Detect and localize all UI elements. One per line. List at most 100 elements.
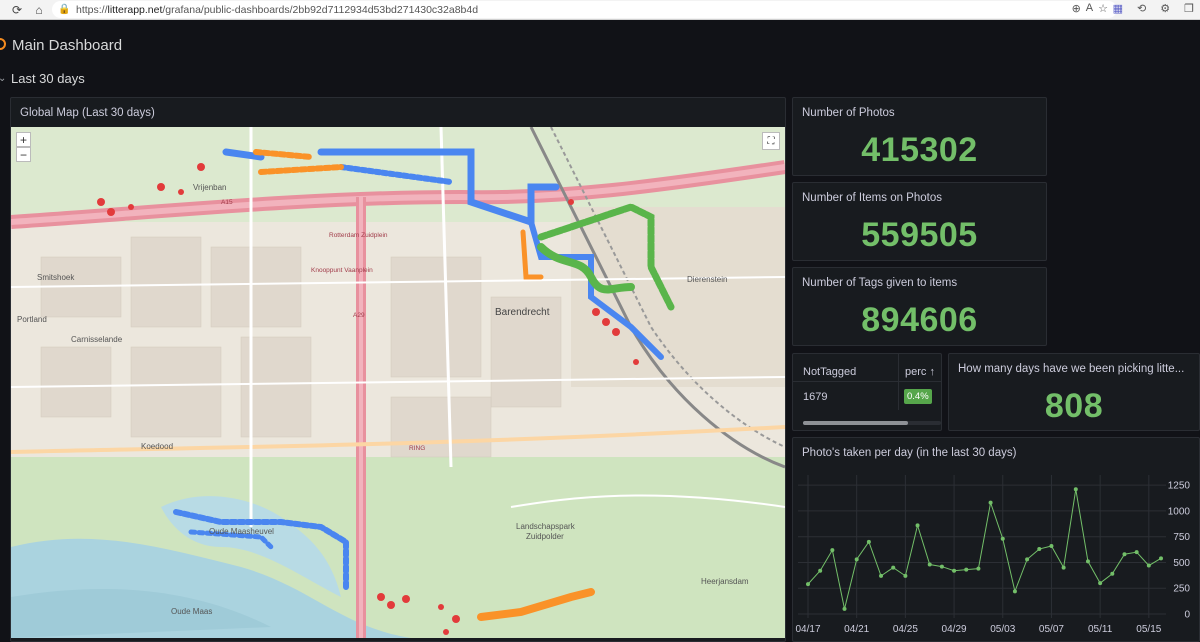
data-point (854, 557, 859, 562)
column-header-nottagged[interactable]: NotTagged (803, 366, 856, 378)
x-tick-label: 05/07 (1039, 624, 1064, 635)
data-point (866, 539, 871, 544)
data-point (1159, 556, 1163, 561)
chevron-down-icon[interactable]: ⌄ (0, 73, 6, 84)
x-tick-label: 04/25 (893, 624, 918, 635)
data-point (915, 523, 920, 528)
map-label-oude-maas: Oude Maas (171, 607, 213, 616)
url-prefix: https:// (76, 3, 108, 16)
y-tick-label: 1000 (1168, 506, 1191, 517)
panel-title: Global Map (Last 30 days) (20, 107, 155, 119)
days-panel: How many days have we been picking litte… (948, 353, 1200, 431)
stat-panel-tags: Number of Tags given to items 894606 (792, 267, 1047, 346)
x-tick-label: 05/03 (990, 624, 1015, 635)
data-point (1073, 487, 1078, 492)
y-tick-label: 0 (1184, 610, 1190, 621)
data-point (952, 568, 957, 573)
photos-per-day-panel: Photo's taken per day (in the last 30 da… (792, 437, 1200, 642)
stat-value: 415302 (861, 131, 978, 169)
data-point (939, 564, 944, 569)
map-label-koedood: Koedood (141, 442, 174, 451)
data-point (806, 582, 810, 587)
x-tick-label: 04/21 (844, 624, 869, 635)
zoom-out-button[interactable]: − (16, 147, 31, 162)
data-point (1025, 557, 1030, 562)
zoom-icon[interactable]: ⊕ (1072, 2, 1081, 15)
panel-title: Photo's taken per day (in the last 30 da… (802, 447, 1017, 459)
reload-icon[interactable]: ⟳ (6, 1, 28, 19)
refresh-icon[interactable]: ⟲ (1137, 2, 1146, 15)
collections-icon[interactable]: ❐ (1184, 2, 1194, 15)
map-label-heerjansdam: Heerjansdam (701, 577, 749, 586)
dashboard-header: Main Dashboard (0, 20, 1200, 70)
zoom-in-button[interactable]: + (16, 132, 31, 147)
url-path: /grafana/public-dashboards/2bb92d7112934… (162, 3, 479, 16)
data-point (1049, 543, 1054, 548)
map-panel: Global Map (Last 30 days) + − ⛶ Barendre… (10, 97, 786, 642)
y-tick-label: 750 (1173, 532, 1190, 543)
extension-icon[interactable]: ▦ (1113, 2, 1123, 15)
series-line (807, 489, 1162, 609)
row-title[interactable]: Last 30 days (11, 71, 85, 86)
map-label-a29: A29 (353, 312, 365, 319)
line-chart: 0 250 500 750 1000 1250 04/17 04/21 04/25 04/29 05… (795, 475, 1191, 635)
perc-badge: 0.4% (904, 389, 932, 404)
stat-value: 559505 (861, 216, 978, 254)
grafana-logo-icon (0, 38, 6, 50)
address-bar[interactable]: 🔒 https://litterapp.net/grafana/public-d… (52, 1, 1117, 18)
not-tagged-table-panel: NotTagged perc ↑ 1679 0.4% (792, 353, 942, 431)
map-label-vrijenban: Vrijenban (193, 183, 227, 192)
x-tick-label: 05/11 (1088, 624, 1113, 635)
x-tick-label: 05/15 (1136, 624, 1161, 635)
read-aloud-icon[interactable]: A (1086, 2, 1093, 15)
stat-panel-items: Number of Items on Photos 559505 (792, 182, 1047, 261)
map-canvas[interactable]: + − ⛶ Barendrecht Smitshoek Portland Car… (11, 127, 785, 638)
lock-icon: 🔒 (58, 3, 71, 15)
y-tick-label: 250 (1173, 584, 1190, 595)
data-point (842, 606, 847, 611)
stat-panel-photos: Number of Photos 415302 (792, 97, 1047, 176)
url-host: litterapp.net (107, 3, 163, 16)
data-point (879, 573, 884, 578)
x-tick-label: 04/17 (795, 624, 820, 635)
data-point (1061, 565, 1066, 570)
map-label-rotterdam-zuidplein: Rotterdam Zuidplein (329, 232, 388, 239)
data-point (1134, 550, 1139, 555)
map-label-zuidpolder: Zuidpolder (526, 532, 564, 541)
favorite-star-icon[interactable]: ☆ (1098, 2, 1108, 15)
data-point (927, 562, 932, 567)
map-label-ring: RING (409, 445, 426, 452)
data-point (1098, 581, 1103, 586)
map-label-carnisselande: Carnisselande (71, 335, 123, 344)
stat-value: 808 (1044, 387, 1104, 425)
y-tick-label: 500 (1173, 558, 1190, 569)
home-icon[interactable]: ⌂ (28, 1, 50, 19)
data-point (1122, 552, 1127, 557)
fullscreen-icon[interactable]: ⛶ (762, 132, 780, 150)
map-label-barendrecht: Barendrecht (495, 307, 550, 318)
map-label-landschapspark: Landschapspark (516, 522, 575, 531)
x-tick-label: 04/29 (942, 624, 967, 635)
scrollbar-thumb[interactable] (803, 421, 908, 425)
table-cell-nottagged: 1679 (803, 391, 828, 403)
data-point (1037, 547, 1042, 552)
column-header-perc[interactable]: perc ↑ (905, 366, 935, 378)
y-tick-label: 1250 (1168, 481, 1191, 492)
map-label-smitshoek: Smitshoek (37, 273, 75, 282)
data-point (976, 566, 981, 571)
data-point (1110, 571, 1115, 576)
map-label-knooppunt: Knooppunt Vaanplein (311, 267, 373, 274)
horizontal-scrollbar[interactable] (803, 421, 941, 425)
data-point (903, 573, 908, 578)
data-point (891, 565, 896, 570)
map-label-oude-maasheuvel: Oude Maasheuvel (209, 527, 274, 536)
data-point (964, 567, 969, 572)
panel-title: Number of Tags given to items (802, 277, 958, 289)
data-point (988, 500, 993, 505)
data-point (1012, 589, 1017, 594)
extensions-icon[interactable]: ⚙ (1160, 2, 1170, 15)
data-point (818, 568, 823, 573)
panel-title: Number of Items on Photos (802, 192, 942, 204)
data-point (830, 548, 835, 553)
data-point (1146, 563, 1151, 568)
